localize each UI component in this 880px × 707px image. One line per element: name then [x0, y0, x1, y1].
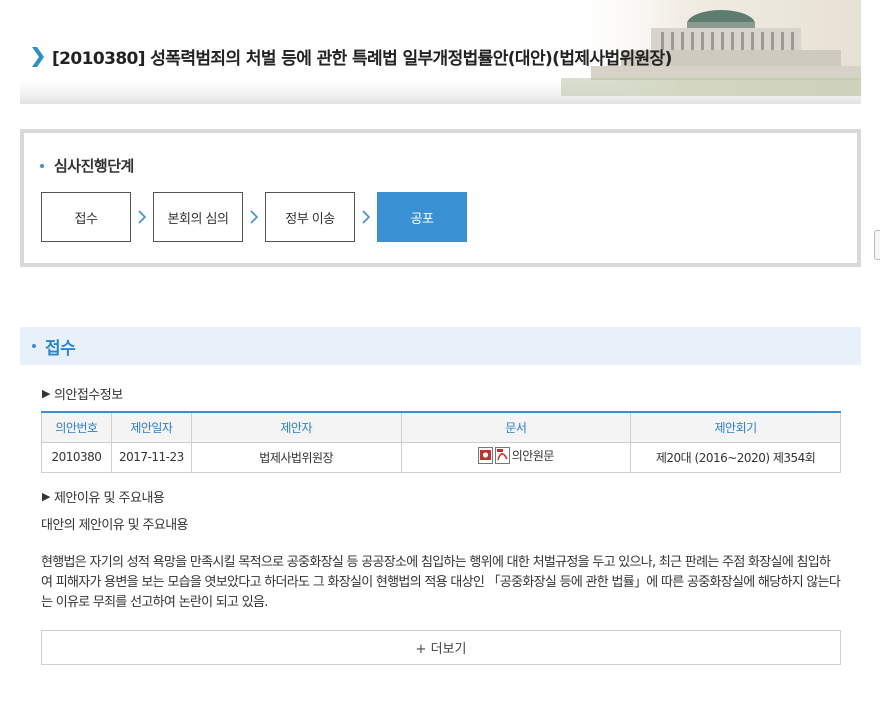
reason-body: 현행법은 자기의 성적 욕망을 만족시킬 목적으로 공중화장실 등 공공장소에 … [41, 555, 841, 610]
bill-no-cell: 2010380 [41, 441, 112, 473]
review-progress-box: 심사진행단계 접수 본회의 심의 정부 이송 공포 [20, 129, 861, 267]
reason-heading: ▶ 제안이유 및 주요내용 [42, 487, 165, 506]
section-header-receipt: 접수 [20, 327, 861, 365]
step-plenary-review[interactable]: 본회의 심의 [153, 192, 243, 242]
document-link[interactable]: 의안원문 [512, 447, 555, 464]
title-row: [2010380] 성폭력범죄의 처벌 등에 관한 특례법 일부개정법률안(대안… [32, 44, 672, 69]
page-header: [2010380] 성폭력범죄의 처벌 등에 관한 특례법 일부개정법률안(대안… [20, 0, 861, 104]
reason-heading-label: 제안이유 및 주요내용 [53, 491, 165, 506]
reason-label: 대안의 제안이유 및 주요내용 [41, 518, 189, 533]
col-document: 문서 [400, 412, 632, 443]
proposer-cell: 법제사법위원장 [190, 441, 402, 473]
receipt-info-label: 의안접수정보 [53, 388, 123, 403]
chevron-right-icon [243, 210, 265, 224]
table-row: 2010380 2017-11-23 법제사법위원장 의안원문 제20대 (20… [41, 441, 841, 473]
page-title: [2010380] 성폭력범죄의 처벌 등에 관한 특례법 일부개정법률안(대안… [52, 49, 672, 69]
date-cell: 2017-11-23 [110, 441, 192, 473]
col-proposer: 제안자 [190, 412, 402, 443]
more-button[interactable]: + 더보기 [41, 630, 841, 665]
chevron-right-icon [32, 46, 44, 67]
col-bill-no: 의안번호 [41, 412, 112, 443]
bullet-icon [40, 163, 44, 168]
table-header-row: 의안번호 제안일자 제안자 문서 제안회기 [41, 412, 841, 443]
progress-steps: 접수 본회의 심의 정부 이송 공포 [41, 192, 467, 242]
step-promulgation[interactable]: 공포 [377, 192, 467, 242]
section-title: 접수 [45, 338, 76, 359]
side-scroll-tab[interactable] [874, 230, 880, 260]
receipt-table: 의안번호 제안일자 제안자 문서 제안회기 2010380 2017-11-23… [41, 411, 841, 473]
chevron-right-icon [355, 210, 377, 224]
document-cell: 의안원문 [400, 441, 632, 473]
step-government-transfer[interactable]: 정부 이송 [265, 192, 355, 242]
col-session: 제안회기 [630, 412, 841, 443]
review-progress-heading: 심사진행단계 [40, 155, 134, 176]
review-progress-title: 심사진행단계 [54, 157, 134, 175]
session-cell: 제20대 (2016~2020) 제354회 [630, 441, 841, 473]
hwp-file-icon[interactable] [477, 447, 493, 464]
step-receipt[interactable]: 접수 [41, 192, 131, 242]
triangle-right-icon: ▶ [42, 490, 50, 503]
triangle-right-icon: ▶ [42, 387, 50, 400]
chevron-right-icon [131, 210, 153, 224]
bullet-icon [32, 344, 36, 348]
pdf-file-icon[interactable] [494, 447, 510, 464]
document-links: 의안원문 [477, 447, 555, 464]
receipt-info-heading: ▶ 의안접수정보 [42, 384, 123, 403]
col-date: 제안일자 [110, 412, 192, 443]
